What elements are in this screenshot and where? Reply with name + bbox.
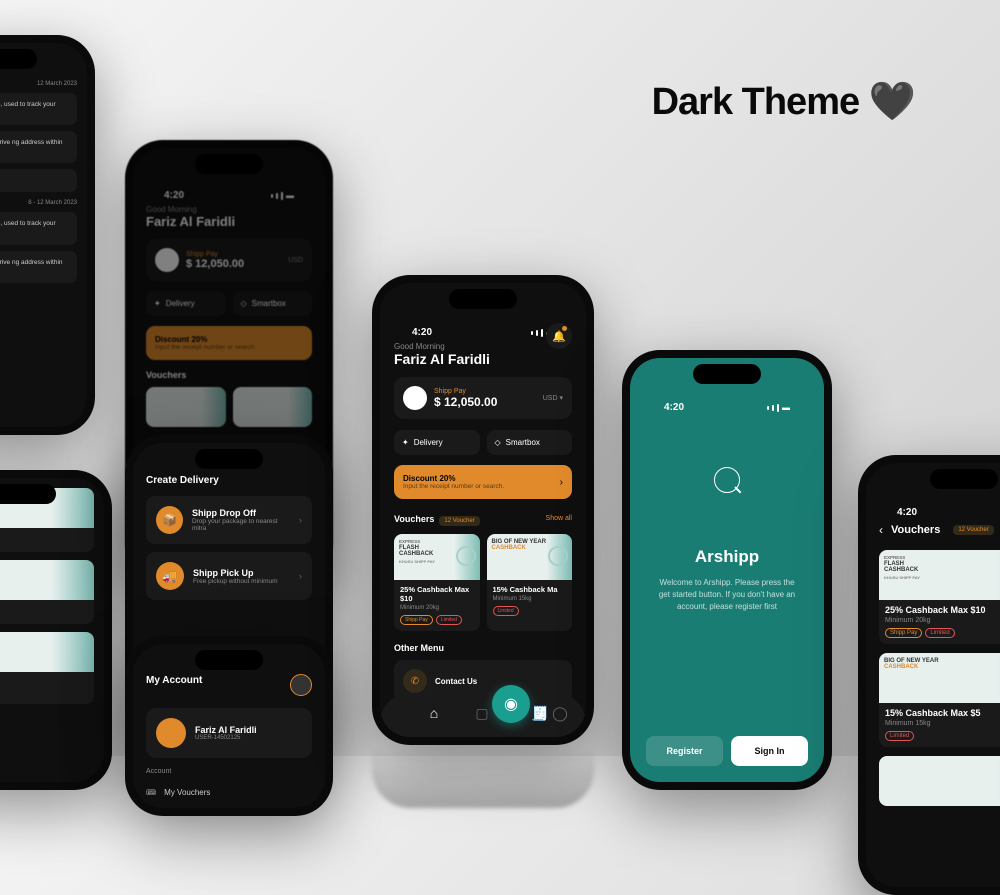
- voucher-count: 12 Voucher: [953, 525, 993, 535]
- dropoff-option[interactable]: 📦 Shipp Drop OffDrop your package to nea…: [146, 496, 312, 544]
- phone-home-main: 4:20▬ Good Morning Fariz Al Faridli 🔔 🛍 …: [372, 275, 594, 745]
- bell-icon[interactable]: 🔔: [546, 323, 572, 349]
- show-all-link[interactable]: Show all: [546, 515, 572, 522]
- voucher-card[interactable]: BIG OF NEW YEARCASHBACK 15% Cashback Ma …: [487, 534, 573, 631]
- app-logo-icon: [714, 467, 740, 493]
- status-bar: 4:20▬: [646, 392, 808, 417]
- voucher-card[interactable]: EXPRESSFLASHCASHBACKKHUSU SHIPP PAY 25% …: [879, 550, 1000, 644]
- voucher-card[interactable]: $5: [0, 560, 94, 624]
- phone-account: My Account Fariz Al FaridliUSER-14502125…: [125, 636, 333, 816]
- phone-icon: ✆: [403, 669, 427, 693]
- phone-notifications: Unread 12 March 2023 number is SHP100234…: [0, 35, 95, 435]
- chevron-right-icon: ›: [299, 571, 302, 581]
- nav-receipt-icon[interactable]: 🧾: [530, 703, 550, 723]
- register-button[interactable]: Register: [646, 736, 723, 766]
- discount-banner[interactable]: Discount 20%Input the receipt number or …: [394, 465, 572, 499]
- nav-home-icon[interactable]: ⌂: [396, 703, 472, 723]
- chevron-right-icon: ›: [299, 515, 302, 525]
- date-header: 8 - 12 March 2023: [0, 200, 77, 206]
- phone-welcome: 4:20▬ Arshipp Welcome to Arshipp. Please…: [622, 350, 832, 790]
- avatar-icon[interactable]: [290, 674, 312, 696]
- page-title: Dark Theme 🖤: [652, 80, 915, 124]
- other-menu-label: Other Menu: [394, 643, 572, 653]
- greeting: Good Morning: [394, 342, 572, 351]
- status-bar: 4:20▬: [879, 497, 1000, 522]
- back-icon[interactable]: ‹: [879, 523, 883, 537]
- date-header: 12 March 2023: [0, 81, 77, 87]
- voucher-card[interactable]: R COD: [0, 632, 94, 704]
- currency-selector[interactable]: USD ▾: [543, 394, 563, 402]
- smartbox-button[interactable]: ◇ Smartbox: [487, 430, 573, 455]
- voucher-card[interactable]: KHUSU SHIPP PAY $10: [0, 488, 94, 552]
- voucher-count: 12 Voucher: [439, 516, 479, 526]
- welcome-text: Welcome to Arshipp. Please press the get…: [646, 577, 808, 613]
- signin-button[interactable]: Sign In: [731, 736, 808, 766]
- delivery-button[interactable]: ✦ Delivery: [394, 430, 480, 455]
- notification-item[interactable]: number is SHP100234, used to track your …: [0, 93, 77, 125]
- notification-item[interactable]: at your package will arrive ng address w…: [0, 251, 77, 283]
- notification-item[interactable]: at your package will arrive ng address w…: [0, 131, 77, 163]
- profile-card[interactable]: Fariz Al FaridliUSER-14502125: [146, 708, 312, 758]
- vouchers-label: Vouchers: [394, 514, 434, 524]
- nav-scan-icon[interactable]: ◉: [492, 685, 530, 723]
- phone-voucher-cut: KHUSU SHIPP PAY $10 $5 R COD: [0, 470, 112, 790]
- nav-box-icon[interactable]: ▢: [472, 703, 492, 723]
- pickup-option[interactable]: 🚚 Shipp Pick UpFree pickup without minim…: [146, 552, 312, 600]
- notification-item[interactable]: number is SHP100234, used to track your …: [0, 212, 77, 244]
- my-vouchers-link[interactable]: 🎟 My Vouchers: [146, 781, 312, 804]
- voucher-card[interactable]: EXPRESSFLASHCASHBACKKHUSU SHIPP PAY 25% …: [394, 534, 480, 631]
- phone-vouchers: 4:20▬ ‹ Vouchers 12 Voucher ⋯ EXPRESSFLA…: [858, 455, 1000, 895]
- my-address-link[interactable]: 📍 My Address: [146, 804, 312, 808]
- app-name: Arshipp: [646, 547, 808, 567]
- package-icon: 📦: [156, 506, 183, 534]
- page-title: Vouchers: [891, 524, 940, 536]
- wallet-icon: 🛍: [403, 386, 427, 410]
- truck-icon: 🚚: [156, 562, 184, 590]
- bottom-nav: ⌂ ▢ ◉ 🧾 ◯: [380, 693, 586, 737]
- avatar: [156, 718, 186, 748]
- voucher-card[interactable]: BIG OF NEW YEARCASHBACK 15% Cashback Max…: [879, 653, 1000, 747]
- chevron-right-icon: ›: [560, 477, 563, 488]
- wallet-card[interactable]: 🛍 Shipp Pay$ 12,050.00 USD ▾: [394, 377, 572, 419]
- section-title: Create Delivery: [146, 475, 312, 486]
- nav-profile-icon[interactable]: ◯: [550, 703, 570, 723]
- notification-item[interactable]: has arrived at its: [0, 169, 77, 192]
- user-name: Fariz Al Faridli: [394, 351, 572, 367]
- voucher-card[interactable]: [879, 756, 1000, 806]
